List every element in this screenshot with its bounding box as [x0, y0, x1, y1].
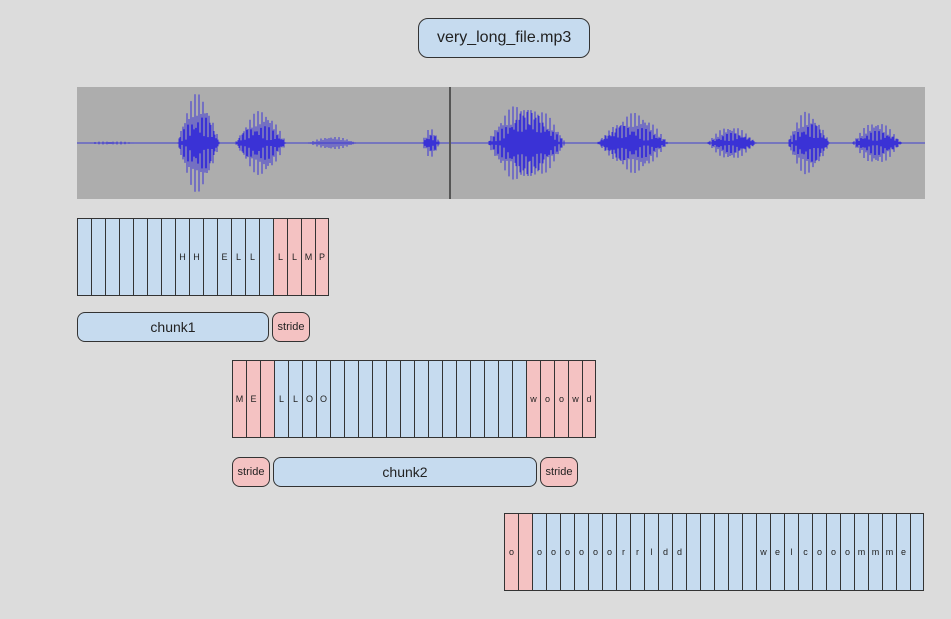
token-cell [372, 360, 386, 438]
token-cell [728, 513, 742, 591]
token-cell [714, 513, 728, 591]
waveform-svg [77, 87, 925, 199]
token-cell: c [798, 513, 812, 591]
token-cell: L [287, 218, 301, 296]
chunk-label: chunk1 [77, 312, 269, 342]
token-panel-3: ooooooorrlddwelcooommme [504, 513, 924, 591]
token-cell: w [568, 360, 582, 438]
waveform-display [77, 87, 925, 199]
label-bar-1: chunk1stride [77, 312, 310, 342]
filename-pill: very_long_file.mp3 [418, 18, 590, 58]
token-cell: H [175, 218, 189, 296]
token-cell [330, 360, 344, 438]
token-cell: O [316, 360, 330, 438]
token-cell [512, 360, 526, 438]
stride-label: stride [272, 312, 310, 342]
token-cell [742, 513, 756, 591]
token-cell [161, 218, 175, 296]
token-cell [910, 513, 924, 591]
token-cell [470, 360, 484, 438]
token-cell: r [630, 513, 644, 591]
token-cell: P [315, 218, 329, 296]
token-cell: d [582, 360, 596, 438]
token-cell [400, 360, 414, 438]
token-cell: m [868, 513, 882, 591]
token-cell [414, 360, 428, 438]
token-cell: e [896, 513, 910, 591]
token-cell: L [245, 218, 259, 296]
token-cell: o [504, 513, 518, 591]
waveform-divider [449, 87, 451, 199]
token-cell: M [301, 218, 315, 296]
token-cell: o [602, 513, 616, 591]
token-cell [259, 218, 273, 296]
token-cell: l [644, 513, 658, 591]
token-cell [428, 360, 442, 438]
token-cell: o [540, 360, 554, 438]
token-cell [105, 218, 119, 296]
token-cell [686, 513, 700, 591]
token-cell: L [288, 360, 302, 438]
token-cell: o [532, 513, 546, 591]
token-cell [498, 360, 512, 438]
token-cell: L [273, 218, 287, 296]
token-panel-1: HHELLLLMP [77, 218, 329, 296]
token-cell [344, 360, 358, 438]
token-cell: e [770, 513, 784, 591]
label-bar-2: stridechunk2stride [232, 457, 578, 487]
token-cell: o [560, 513, 574, 591]
token-cell [77, 218, 91, 296]
token-cell [484, 360, 498, 438]
token-cell: M [232, 360, 246, 438]
token-cell: r [616, 513, 630, 591]
token-cell: O [302, 360, 316, 438]
token-cell [203, 218, 217, 296]
token-cell [119, 218, 133, 296]
filename-text: very_long_file.mp3 [437, 29, 571, 46]
token-cell: H [189, 218, 203, 296]
token-cell: L [231, 218, 245, 296]
token-cell: E [246, 360, 260, 438]
token-cell: l [784, 513, 798, 591]
token-cell: L [274, 360, 288, 438]
token-cell [147, 218, 161, 296]
token-cell: o [812, 513, 826, 591]
token-cell: o [546, 513, 560, 591]
token-cell: o [588, 513, 602, 591]
token-cell: E [217, 218, 231, 296]
token-cell [358, 360, 372, 438]
stride-label: stride [232, 457, 270, 487]
token-cell: o [826, 513, 840, 591]
token-cell: o [840, 513, 854, 591]
token-cell: d [658, 513, 672, 591]
token-cell [442, 360, 456, 438]
token-cell [260, 360, 274, 438]
stride-label: stride [540, 457, 578, 487]
token-panel-2: MELLOOwoowd [232, 360, 596, 438]
token-cell [518, 513, 532, 591]
token-cell [133, 218, 147, 296]
token-cell [91, 218, 105, 296]
token-cell: o [554, 360, 568, 438]
token-cell [386, 360, 400, 438]
token-cell: w [526, 360, 540, 438]
chunk-label: chunk2 [273, 457, 537, 487]
token-cell: m [854, 513, 868, 591]
token-cell: o [574, 513, 588, 591]
token-cell: w [756, 513, 770, 591]
token-cell: m [882, 513, 896, 591]
token-cell: d [672, 513, 686, 591]
token-cell [700, 513, 714, 591]
token-cell [456, 360, 470, 438]
